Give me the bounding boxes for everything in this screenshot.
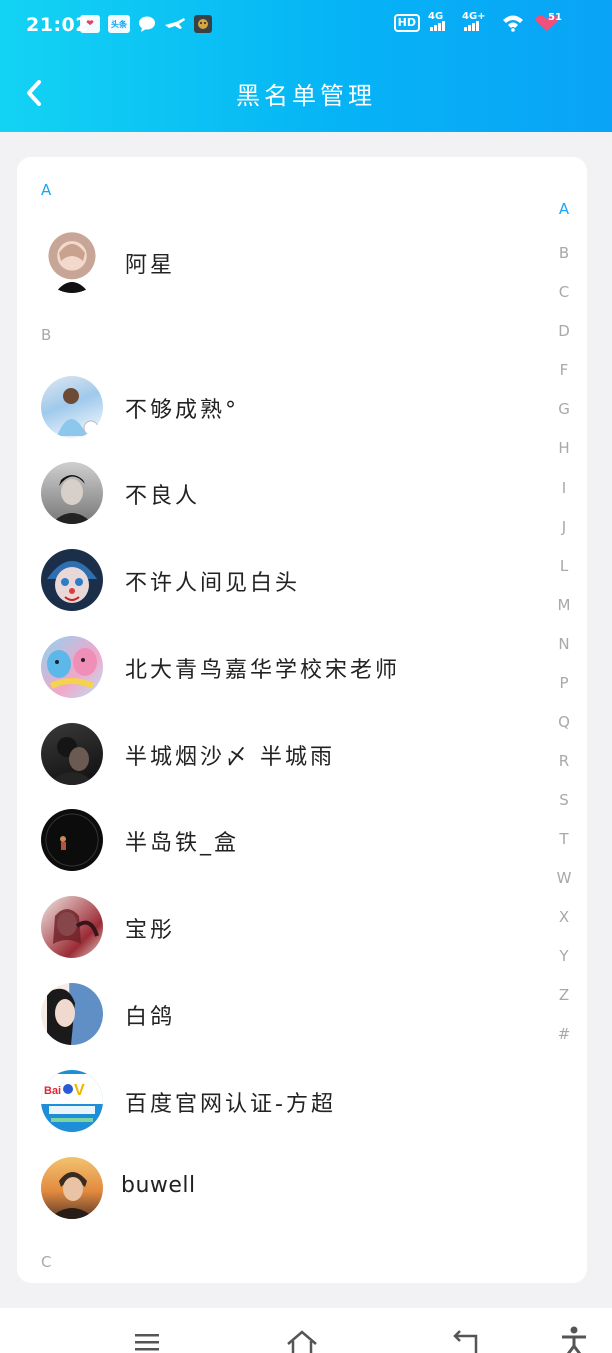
avatar — [41, 983, 103, 1045]
index-letter-c[interactable]: C — [552, 283, 576, 301]
index-letter-z[interactable]: Z — [552, 986, 576, 1004]
system-nav-bar — [0, 1308, 612, 1353]
contact-row[interactable]: 白鸽 — [17, 977, 537, 1049]
contact-row[interactable]: Bai V 百度官网认证-方超 — [17, 1064, 537, 1136]
contact-row[interactable]: 不良人 — [17, 456, 537, 528]
index-letter-g[interactable]: G — [552, 400, 576, 418]
menu-button[interactable] — [127, 1324, 167, 1353]
contact-row[interactable]: 不够成熟° — [17, 370, 537, 442]
toutiao-icon: 头条 — [108, 15, 130, 33]
contact-name: buwell — [121, 1173, 196, 1198]
signal-icon: 4G — [428, 11, 454, 31]
contact-row[interactable]: 阿星 — [17, 225, 537, 297]
section-header-a: A — [41, 181, 52, 199]
contact-row[interactable]: 半城烟沙〆 半城雨 — [17, 717, 537, 789]
index-letter-q[interactable]: Q — [552, 713, 576, 731]
index-letter-n[interactable]: N — [552, 635, 576, 653]
index-letter-s[interactable]: S — [552, 791, 576, 809]
section-header-b: B — [41, 326, 52, 344]
header: 21:02 ❤ 头条 HD 4G 4G+ 51 黑名单管理 — [0, 0, 612, 132]
contact-name: 白鸽 — [125, 1005, 176, 1030]
index-letter-j[interactable]: J — [552, 518, 576, 536]
baidu-v-logo: Bai V — [41, 1070, 103, 1132]
index-letter-a[interactable]: A — [552, 200, 576, 218]
airplane-app-icon — [164, 16, 186, 32]
index-letter-p[interactable]: P — [552, 674, 576, 692]
contact-name: 阿星 — [125, 253, 176, 278]
status-bar: 21:02 ❤ 头条 HD 4G 4G+ 51 — [0, 0, 612, 56]
avatar — [41, 723, 103, 785]
signal-icon: 4G+ — [462, 11, 492, 31]
index-letter-f[interactable]: F — [552, 361, 576, 379]
battery-level: 51 — [548, 12, 562, 23]
wifi-icon — [502, 14, 524, 32]
contact-row[interactable]: 半岛铁_盒 — [17, 803, 537, 875]
index-letter-m[interactable]: M — [552, 596, 576, 614]
hd-badge: HD — [393, 14, 420, 32]
system-status: HD 4G 4G+ 51 — [393, 11, 562, 32]
home-button[interactable] — [282, 1324, 322, 1353]
svg-text:Bai: Bai — [44, 1085, 61, 1097]
accessibility-button[interactable] — [554, 1324, 594, 1353]
avatar — [41, 809, 103, 871]
contact-name: 不许人间见白头 — [125, 571, 301, 596]
avatar — [41, 549, 103, 611]
index-letter-d[interactable]: D — [552, 322, 576, 340]
notification-icons: ❤ 头条 — [80, 15, 212, 33]
index-letter-hash[interactable]: # — [552, 1025, 576, 1043]
contact-name: 百度官网认证-方超 — [125, 1092, 336, 1117]
chat-bubble-icon — [138, 16, 156, 32]
index-letter-b[interactable]: B — [552, 244, 576, 262]
contact-name: 北大青鸟嘉华学校宋老师 — [125, 658, 401, 683]
index-letter-l[interactable]: L — [552, 557, 576, 575]
avatar — [41, 231, 103, 293]
battery-icon: 51 — [534, 12, 562, 32]
index-letter-t[interactable]: T — [552, 830, 576, 848]
index-letter-y[interactable]: Y — [552, 947, 576, 965]
contact-name: 不够成熟° — [125, 398, 240, 423]
contact-row[interactable]: 宝彤 — [17, 890, 537, 962]
accessibility-icon — [562, 1326, 586, 1353]
svg-text:V: V — [74, 1082, 85, 1099]
page-title: 黑名单管理 — [236, 82, 376, 110]
avatar — [41, 636, 103, 698]
avatar — [41, 1157, 103, 1219]
contact-name: 半城烟沙〆 半城雨 — [125, 745, 335, 770]
index-letter-x[interactable]: X — [552, 908, 576, 926]
back-icon — [453, 1330, 478, 1353]
contact-row[interactable]: 不许人间见白头 — [17, 543, 537, 615]
menu-icon — [135, 1334, 159, 1351]
avatar — [41, 896, 103, 958]
index-letter-h[interactable]: H — [552, 439, 576, 457]
contact-row[interactable]: buwell — [17, 1151, 537, 1223]
avatar — [41, 462, 103, 524]
back-nav-button[interactable] — [446, 1324, 486, 1353]
index-letter-w[interactable]: W — [552, 869, 576, 887]
heart-app-icon: ❤ — [80, 15, 100, 33]
home-icon — [287, 1330, 317, 1353]
contact-name: 半岛铁_盒 — [125, 831, 240, 856]
game-app-icon — [194, 15, 212, 33]
index-letter-r[interactable]: R — [552, 752, 576, 770]
index-letter-i[interactable]: I — [552, 479, 576, 497]
section-header-c: C — [41, 1253, 52, 1271]
contact-row[interactable]: 北大青鸟嘉华学校宋老师 — [17, 630, 537, 702]
contact-name: 不良人 — [125, 484, 201, 509]
avatar — [41, 376, 103, 438]
contact-name: 宝彤 — [125, 918, 176, 943]
